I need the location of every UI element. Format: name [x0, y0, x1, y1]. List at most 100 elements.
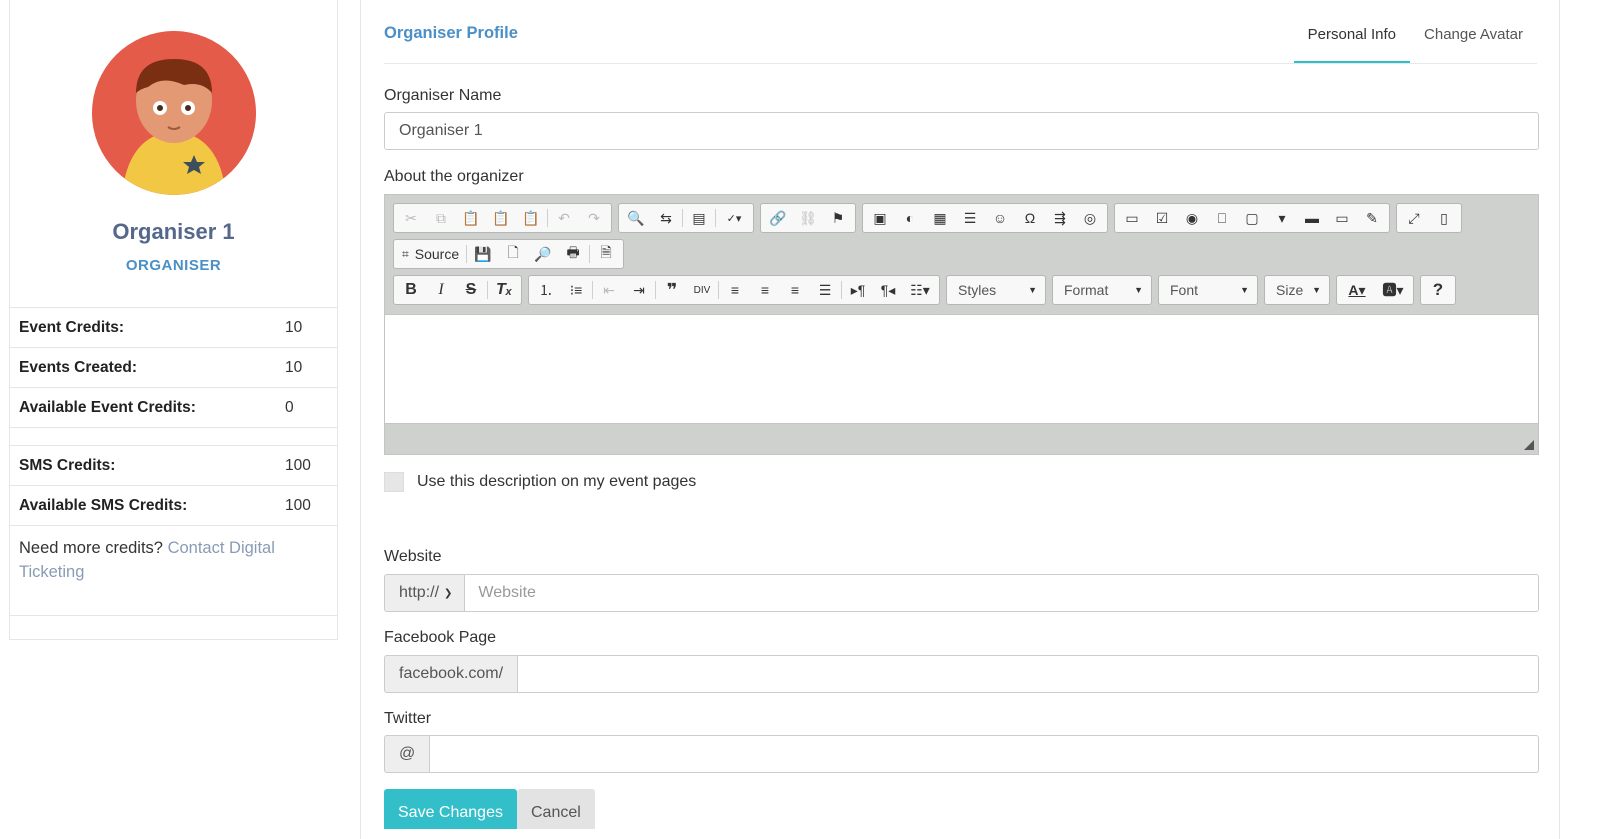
font-dropdown[interactable]: Font ▼: [1158, 275, 1258, 305]
use-description-checkbox[interactable]: [384, 472, 404, 492]
button-icon[interactable]: ▬: [1297, 204, 1327, 232]
chevron-down-icon: ▼: [1312, 285, 1321, 295]
website-input[interactable]: Website: [464, 574, 1539, 612]
new-page-icon[interactable]: 🗋: [498, 240, 528, 268]
iframe-icon[interactable]: ◎: [1075, 204, 1105, 232]
tab-personal-info[interactable]: Personal Info: [1293, 16, 1411, 64]
page-title: Organiser Profile: [384, 24, 518, 42]
stat-row-available-sms-credits: Available SMS Credits: 100: [10, 485, 337, 525]
justify-icon[interactable]: ☰: [810, 276, 840, 304]
stat-value: 10: [285, 318, 303, 336]
stat-value: 10: [285, 358, 303, 376]
paste-icon[interactable]: 📋: [456, 204, 486, 232]
styles-dropdown[interactable]: Styles ▼: [946, 275, 1046, 305]
divider: [10, 615, 337, 639]
image-icon[interactable]: ▣: [865, 204, 895, 232]
chevron-down-icon: ▼: [1240, 285, 1249, 295]
stat-value: 100: [285, 496, 311, 514]
numbered-list-icon[interactable]: ⒈: [531, 276, 561, 304]
rtl-icon[interactable]: ¶◂: [873, 276, 903, 304]
website-label: Website: [384, 548, 442, 565]
preview-icon[interactable]: 🔎: [528, 240, 558, 268]
tab-change-avatar[interactable]: Change Avatar: [1410, 16, 1537, 64]
table-icon[interactable]: ▦: [925, 204, 955, 232]
save-icon[interactable]: 💾: [468, 240, 498, 268]
image-button-icon[interactable]: ▭: [1327, 204, 1357, 232]
maximize-icon[interactable]: ⤢: [1399, 204, 1429, 232]
twitter-input[interactable]: [429, 735, 1539, 773]
find-icon[interactable]: 🔍: [621, 204, 651, 232]
replace-icon[interactable]: ⇆: [651, 204, 681, 232]
stat-row-sms-credits: SMS Credits: 100: [10, 445, 337, 485]
separator: [592, 281, 593, 299]
textarea-icon[interactable]: ▢: [1237, 204, 1267, 232]
strike-icon[interactable]: S: [456, 276, 486, 304]
stat-label: Available Event Credits:: [19, 398, 196, 416]
chevron-down-icon: ▼: [1134, 285, 1143, 295]
remove-format-icon[interactable]: Tₓ: [489, 276, 519, 304]
radio-icon[interactable]: ◉: [1177, 204, 1207, 232]
align-left-icon[interactable]: ≡: [720, 276, 750, 304]
editor-toolbar-row-1: ✂ ⧉ 📋 📋 📋 ↶ ↷ 🔍 ⇆ ▤ ✓▾ 🔗 ⛓ ⚑ ▣ ◐ ▦ ☰ ☺ Ω…: [393, 203, 1462, 233]
editor-content-area[interactable]: [385, 314, 1538, 424]
font-label: Font: [1170, 282, 1199, 298]
checkbox-icon[interactable]: ☑: [1147, 204, 1177, 232]
smiley-icon[interactable]: ☺: [985, 204, 1015, 232]
bulleted-list-icon[interactable]: ⁝≡: [561, 276, 591, 304]
ltr-icon[interactable]: ▸¶: [843, 276, 873, 304]
link-icon[interactable]: 🔗: [763, 204, 793, 232]
cancel-button[interactable]: Cancel: [517, 789, 595, 829]
outdent-icon[interactable]: ⇤: [594, 276, 624, 304]
text-color-icon[interactable]: A▾: [1339, 276, 1375, 304]
select-icon[interactable]: ▾: [1267, 204, 1297, 232]
hidden-field-icon[interactable]: ✎: [1357, 204, 1387, 232]
chevron-down-icon: ❯: [444, 587, 453, 599]
resize-handle-icon[interactable]: [1524, 440, 1534, 450]
print-icon[interactable]: 🖶: [558, 240, 588, 268]
redo-icon[interactable]: ↷: [579, 204, 609, 232]
align-center-icon[interactable]: ≡: [750, 276, 780, 304]
spellcheck-icon[interactable]: ✓▾: [717, 204, 751, 232]
language-icon[interactable]: ☷▾: [903, 276, 937, 304]
organiser-name-input[interactable]: Organiser 1: [384, 112, 1539, 150]
facebook-input[interactable]: [517, 655, 1539, 693]
cut-icon[interactable]: ✂: [396, 204, 426, 232]
save-changes-button[interactable]: Save Changes: [384, 789, 517, 829]
twitter-label: Twitter: [384, 710, 432, 727]
flash-icon[interactable]: ◐: [895, 204, 925, 232]
anchor-icon[interactable]: ⚑: [823, 204, 853, 232]
form-icon[interactable]: ▭: [1117, 204, 1147, 232]
templates-icon[interactable]: 🗎: [591, 240, 621, 268]
chevron-down-icon: ▼: [1028, 285, 1037, 295]
undo-icon[interactable]: ↶: [549, 204, 579, 232]
textfield-icon[interactable]: ⎕: [1207, 204, 1237, 232]
unlink-icon[interactable]: ⛓: [793, 204, 823, 232]
show-blocks-icon[interactable]: ▯: [1429, 204, 1459, 232]
select-all-icon[interactable]: ▤: [684, 204, 714, 232]
protocol-select[interactable]: http:// ❯: [384, 574, 465, 612]
bg-color-icon[interactable]: 🅰▾: [1375, 276, 1411, 304]
blockquote-icon[interactable]: ❞: [657, 276, 687, 304]
bold-icon[interactable]: B: [396, 276, 426, 304]
organiser-name: Organiser 1: [112, 219, 235, 244]
copy-icon[interactable]: ⧉: [426, 204, 456, 232]
avatar: [92, 31, 256, 195]
special-char-icon[interactable]: Ω: [1015, 204, 1045, 232]
format-dropdown[interactable]: Format ▼: [1052, 275, 1152, 305]
stat-row-available-event-credits: Available Event Credits: 0: [10, 387, 337, 427]
size-dropdown[interactable]: Size ▼: [1264, 275, 1330, 305]
colors-group: A▾ 🅰▾: [1336, 275, 1414, 305]
horizontal-rule-icon[interactable]: ☰: [955, 204, 985, 232]
insert-group: ▣ ◐ ▦ ☰ ☺ Ω ⇶ ◎: [862, 203, 1108, 233]
align-right-icon[interactable]: ≡: [780, 276, 810, 304]
indent-icon[interactable]: ⇥: [624, 276, 654, 304]
italic-icon[interactable]: I: [426, 276, 456, 304]
tools-group: ⤢ ▯: [1396, 203, 1462, 233]
page-break-icon[interactable]: ⇶: [1045, 204, 1075, 232]
source-button[interactable]: ⌗ Source: [396, 240, 465, 268]
div-icon[interactable]: DIV: [687, 276, 717, 304]
paste-word-icon[interactable]: 📋: [516, 204, 546, 232]
separator: [589, 245, 591, 263]
help-icon[interactable]: ?: [1423, 276, 1453, 304]
paste-text-icon[interactable]: 📋: [486, 204, 516, 232]
